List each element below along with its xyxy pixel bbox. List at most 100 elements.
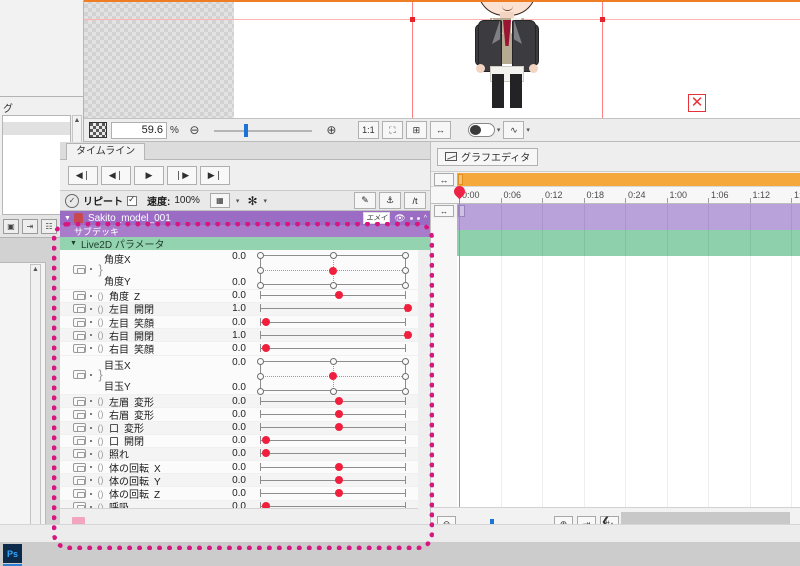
onion-caret-icon[interactable]: ▾ [236, 197, 240, 205]
grid-icon[interactable]: ⊞ [405, 121, 427, 139]
scroll-up-icon[interactable]: ▲ [73, 116, 81, 125]
parameter-slider[interactable] [256, 421, 410, 434]
keyframe-toggle-icon[interactable] [73, 423, 86, 433]
keyframe-marker[interactable] [329, 372, 337, 381]
keyframe-marker[interactable] [335, 409, 344, 418]
step-forward-button[interactable]: ❘▶ [167, 165, 197, 185]
keyframe-marker[interactable] [335, 475, 344, 484]
playback-mode-icon[interactable]: ✓ [65, 193, 79, 208]
keyframe-toggle-icon[interactable] [73, 409, 86, 419]
collapse-caret-icon[interactable]: ^ [424, 215, 427, 222]
snap-icon[interactable]: ✻ [247, 194, 257, 208]
keyframe-toggle-icon[interactable] [73, 449, 86, 459]
play-button[interactable]: ▶ [134, 165, 164, 185]
parameter-slider[interactable] [256, 461, 410, 474]
parameter-slider[interactable] [256, 316, 410, 329]
parameter-row[interactable]: () 右目 笑顔 0.0 [60, 342, 418, 356]
left-panel-selected-item[interactable] [3, 122, 70, 135]
parameter-value[interactable]: 0.0 [210, 343, 246, 354]
model-tag[interactable]: エメイ [363, 212, 391, 224]
chevron-down-icon-2[interactable]: ▾ [526, 126, 530, 134]
parameter-slider[interactable] [256, 474, 410, 487]
keyframe-toggle-icon[interactable] [73, 343, 86, 353]
chevron-down-icon-group[interactable]: ▼ [70, 240, 77, 247]
tab-timeline[interactable]: タイムライン [66, 143, 146, 160]
parameter-handle-mid-left[interactable] [256, 267, 264, 274]
keyframe-toggle-icon[interactable] [73, 264, 86, 274]
keyframe-toggle-icon[interactable] [73, 304, 86, 314]
parameter-slider[interactable] [256, 329, 413, 342]
zoom-in-icon[interactable]: ⊕ [322, 121, 341, 139]
work-range-start-grip[interactable] [458, 174, 463, 185]
go-to-end-button[interactable]: ▶❘ [200, 165, 230, 185]
chevron-down-icon[interactable]: ▾ [497, 126, 501, 134]
mirror-icon[interactable]: ↔ [429, 121, 451, 139]
parameter-slider-group[interactable] [256, 357, 410, 395]
parameter-handle-bot-left[interactable] [256, 282, 264, 289]
parameter-handle-top-mid[interactable] [329, 357, 337, 365]
parameter-slider[interactable] [256, 302, 413, 315]
parameter-slider[interactable] [256, 342, 410, 355]
duplicate-icon[interactable]: ☷ [41, 218, 57, 234]
parameter-value[interactable]: 0.0 [210, 475, 246, 486]
keyframe-toggle-icon[interactable] [73, 489, 86, 499]
parameter-value[interactable]: 0.0 [210, 422, 246, 433]
fit-screen-icon[interactable]: ⛶ [381, 121, 403, 139]
parameter-handle-top-right[interactable] [402, 252, 409, 259]
speed-value[interactable]: 100% [174, 195, 200, 206]
keyframe-marker[interactable] [335, 462, 344, 471]
parameter-value[interactable]: 0.0 [210, 488, 246, 499]
parameter-handle-top-left[interactable] [256, 357, 264, 365]
zoom-slider-knob[interactable] [243, 124, 248, 137]
parameter-value[interactable]: 0.0 [210, 317, 246, 328]
keyframe-marker[interactable] [335, 489, 344, 498]
step-back-button[interactable]: ◀❘ [101, 165, 131, 185]
parameter-handle-bot-left[interactable] [256, 387, 264, 395]
curve-icon[interactable]: ∿ [503, 121, 525, 139]
visibility-icon[interactable]: 👁 [394, 213, 405, 224]
film-icon[interactable]: ▣ [3, 218, 19, 234]
zoom-out-icon[interactable]: ⊖ [185, 121, 204, 139]
parameter-slider[interactable] [256, 434, 410, 447]
keyframe-toggle-icon[interactable] [73, 317, 86, 327]
repeat-checkbox[interactable] [127, 194, 137, 206]
parameter-slider[interactable] [256, 408, 410, 421]
parameter-slider[interactable] [256, 447, 410, 460]
parameter-slider[interactable] [256, 289, 410, 302]
parameter-value[interactable]: 0.0 [210, 409, 246, 420]
go-to-start-button[interactable]: ◀❘ [68, 165, 98, 185]
curve-tool-icon[interactable]: /t [404, 192, 426, 209]
parameter-value[interactable]: 0.0 [210, 435, 246, 446]
parameter-handle-top-mid[interactable] [329, 252, 337, 259]
chevron-down-icon-model[interactable]: ▼ [64, 215, 71, 222]
parameter-value[interactable]: 1.0 [210, 303, 246, 314]
close-icon[interactable]: ✕ [688, 94, 706, 112]
time-ruler[interactable]: 0:000:060:120:180:241:001:061:121:18 [431, 187, 800, 204]
keyframe-marker[interactable] [335, 423, 344, 432]
transparency-toggle-button[interactable] [88, 121, 107, 139]
export-icon[interactable]: ⇥ [22, 218, 38, 234]
photoshop-taskbar-icon[interactable]: Ps [3, 544, 22, 563]
parameter-slider[interactable] [256, 395, 410, 408]
parameter-slider[interactable] [256, 487, 410, 500]
model-track-row[interactable]: ▼ Sakito_model_001 エメイ 👁 ^ [60, 211, 430, 225]
parameter-handle-top-left[interactable] [256, 252, 264, 259]
snap-caret-icon[interactable]: ▾ [264, 197, 268, 205]
guide-point-left[interactable] [410, 17, 415, 22]
parameter-handle-bot-mid[interactable] [329, 387, 337, 395]
zoom-input[interactable]: 59.6 [111, 121, 167, 139]
parameter-slider-group[interactable] [256, 252, 410, 289]
parameter-handle-mid-right[interactable] [402, 372, 409, 380]
keyframe-marker[interactable] [262, 343, 271, 352]
parameter-handle-mid-right[interactable] [402, 267, 409, 274]
display-toggle[interactable] [467, 123, 495, 137]
parameter-value[interactable]: 0.0 [210, 448, 246, 459]
onion-skin-icon[interactable]: ▦ [209, 193, 230, 208]
parameter-handle-top-right[interactable] [402, 357, 409, 365]
parameter-row-group[interactable]: } 目玉X 目玉Y 0.0 0.0 [60, 356, 418, 396]
keyframe-toggle-icon[interactable] [73, 462, 86, 472]
keyframe-marker[interactable] [404, 330, 413, 339]
parameter-value[interactable]: 0.0 [210, 462, 246, 473]
actual-size-button[interactable]: 1:1 [357, 121, 379, 139]
keyframe-marker[interactable] [262, 317, 271, 326]
